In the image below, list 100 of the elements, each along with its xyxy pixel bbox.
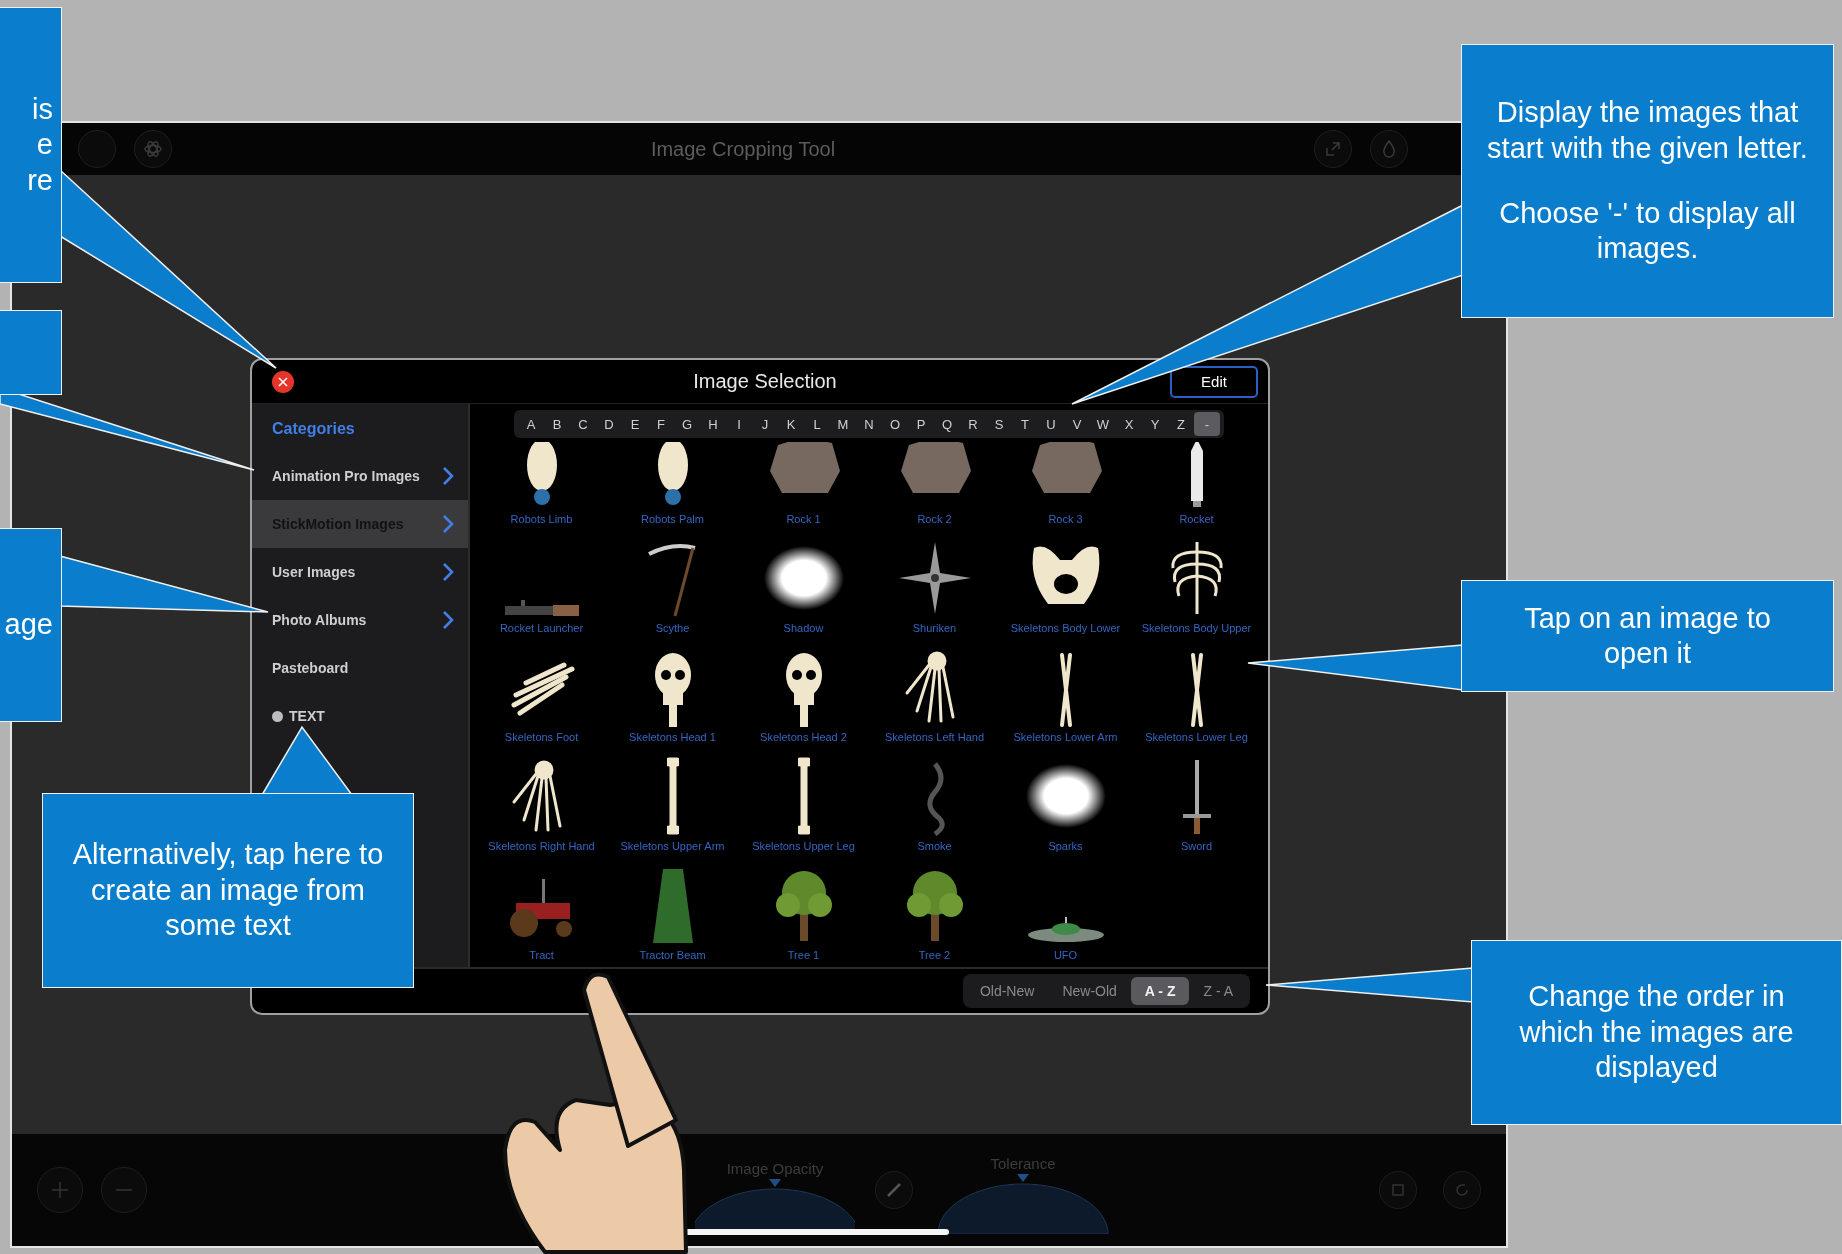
letter-button[interactable]: R xyxy=(960,412,986,436)
image-tile[interactable]: Rock 3 xyxy=(1000,442,1131,529)
close-icon xyxy=(278,376,288,387)
letter-button[interactable]: P xyxy=(908,412,934,436)
zoom-in-button[interactable] xyxy=(37,1167,83,1213)
image-tile[interactable]: Shadow xyxy=(738,529,869,638)
chevron-right-icon xyxy=(442,514,454,534)
letter-button[interactable]: Y xyxy=(1142,412,1168,436)
letter-button[interactable]: C xyxy=(570,412,596,436)
letter-button[interactable]: Q xyxy=(934,412,960,436)
image-tile[interactable]: Rock 2 xyxy=(869,442,1000,529)
category-item[interactable]: Animation Pro Images xyxy=(252,452,468,500)
image-tile[interactable]: Skeletons Foot xyxy=(476,638,607,747)
callout-text: Tap on an image to open it xyxy=(1523,600,1772,671)
letter-button[interactable]: A xyxy=(518,412,544,436)
letter-button[interactable]: - xyxy=(1194,412,1220,436)
opacity-dial[interactable] xyxy=(695,1178,855,1229)
image-tile[interactable]: Rocket Launcher xyxy=(476,529,607,638)
callout-text: is xyxy=(32,91,53,127)
letter-button[interactable]: L xyxy=(804,412,830,436)
plus-icon xyxy=(50,1180,70,1200)
drop-button[interactable] xyxy=(1370,130,1408,168)
image-tile[interactable]: Sword xyxy=(1131,747,1262,856)
image-tile[interactable]: Rocket xyxy=(1131,442,1262,529)
letter-button[interactable]: W xyxy=(1090,412,1116,436)
image-tile[interactable]: Sparks xyxy=(1000,747,1131,856)
callout-text: Display the images that start with the given letter. xyxy=(1486,95,1809,166)
rotate-button[interactable] xyxy=(1443,1171,1481,1209)
sort-option[interactable]: A - Z xyxy=(1130,977,1190,1005)
callout-text: Alternatively, tap here to create an image from some text xyxy=(71,837,385,944)
letter-button[interactable]: V xyxy=(1064,412,1090,436)
callout-text: Choose '-' to display all images. xyxy=(1498,196,1797,267)
image-tile[interactable]: Skeletons Upper Arm xyxy=(607,747,738,856)
letter-button[interactable]: X xyxy=(1116,412,1142,436)
image-tile[interactable]: Skeletons Lower Arm xyxy=(1000,638,1131,747)
image-tile[interactable]: Skeletons Body Upper xyxy=(1131,529,1262,638)
drop-icon xyxy=(1382,140,1396,158)
expand-icon xyxy=(1324,140,1342,158)
image-tile[interactable]: Tree 2 xyxy=(869,856,1000,965)
image-tile[interactable]: Robots Limb xyxy=(476,442,607,529)
image-tile[interactable]: Tractor Beam xyxy=(607,856,738,965)
dialog-title: Image Selection xyxy=(693,370,837,393)
frame-icon xyxy=(1392,1184,1404,1196)
letter-button[interactable]: S xyxy=(986,412,1012,436)
pencil-button[interactable] xyxy=(875,1171,913,1209)
letter-button[interactable]: M xyxy=(830,412,856,436)
letter-button[interactable]: N xyxy=(856,412,882,436)
chevron-right-icon xyxy=(442,562,454,582)
pencil-icon xyxy=(886,1182,902,1198)
category-item[interactable]: TEXT xyxy=(252,692,468,740)
letter-button[interactable]: J xyxy=(752,412,778,436)
rocket-drawing xyxy=(1188,442,1205,509)
image-tile[interactable]: Skeletons Right Hand xyxy=(476,747,607,856)
callout-text: re xyxy=(27,162,53,198)
fit-button[interactable] xyxy=(1379,1171,1417,1209)
callout-text: age xyxy=(4,607,53,643)
chevron-right-icon xyxy=(442,466,454,486)
letter-button[interactable]: T xyxy=(1012,412,1038,436)
dot-icon xyxy=(272,710,283,722)
chevron-right-icon xyxy=(442,610,454,630)
category-item[interactable]: Pasteboard xyxy=(252,644,468,692)
image-tile[interactable]: Robots Palm xyxy=(607,442,738,529)
callout-text: e xyxy=(36,127,53,163)
letter-button[interactable]: I xyxy=(726,412,752,436)
image-tile[interactable]: Skeletons Body Lower xyxy=(1000,529,1131,638)
edit-button[interactable]: Edit xyxy=(1170,365,1258,398)
letter-button[interactable]: O xyxy=(882,412,908,436)
rotate-icon xyxy=(1456,1184,1468,1196)
image-tile[interactable]: Scythe xyxy=(607,529,738,638)
letter-button[interactable]: U xyxy=(1038,412,1064,436)
letter-button[interactable]: H xyxy=(700,412,726,436)
image-tile[interactable]: Skeletons Head 1 xyxy=(607,638,738,747)
image-tile[interactable]: Shuriken xyxy=(869,529,1000,638)
sort-option[interactable]: Old-New xyxy=(965,977,1049,1005)
image-tile[interactable]: Skeletons Head 2 xyxy=(738,638,869,747)
image-tile[interactable]: Smoke xyxy=(869,747,1000,856)
letter-button[interactable]: K xyxy=(778,412,804,436)
image-tile[interactable]: Tract xyxy=(476,856,607,965)
callout-text: Change the order in which the images are displayed xyxy=(1518,979,1795,1086)
image-tile[interactable]: Tree 1 xyxy=(738,856,869,965)
letter-button[interactable]: Z xyxy=(1168,412,1194,436)
sort-option[interactable]: New-Old xyxy=(1048,977,1131,1005)
letter-button[interactable]: E xyxy=(622,412,648,436)
image-tile[interactable]: Rock 1 xyxy=(738,442,869,529)
image-tile[interactable]: UFO xyxy=(1000,856,1131,965)
close-button[interactable] xyxy=(272,370,294,393)
sort-option[interactable]: Z - A xyxy=(1189,977,1247,1005)
letter-button[interactable]: F xyxy=(648,412,674,436)
image-tile[interactable]: Skeletons Upper Leg xyxy=(738,747,869,856)
category-item[interactable]: User Images xyxy=(252,548,468,596)
image-tile[interactable]: Skeletons Lower Leg xyxy=(1131,638,1262,747)
letter-button[interactable]: G xyxy=(674,412,700,436)
letter-button[interactable]: D xyxy=(596,412,622,436)
category-item[interactable]: Photo Albums xyxy=(252,596,468,644)
expand-button[interactable] xyxy=(1314,130,1352,168)
flower-button[interactable] xyxy=(134,130,172,168)
zoom-out-button[interactable] xyxy=(101,1167,147,1213)
app-title: Image Cropping Tool xyxy=(649,137,837,161)
letter-button[interactable]: B xyxy=(544,412,570,436)
image-tile[interactable]: Skeletons Left Hand xyxy=(869,638,1000,747)
